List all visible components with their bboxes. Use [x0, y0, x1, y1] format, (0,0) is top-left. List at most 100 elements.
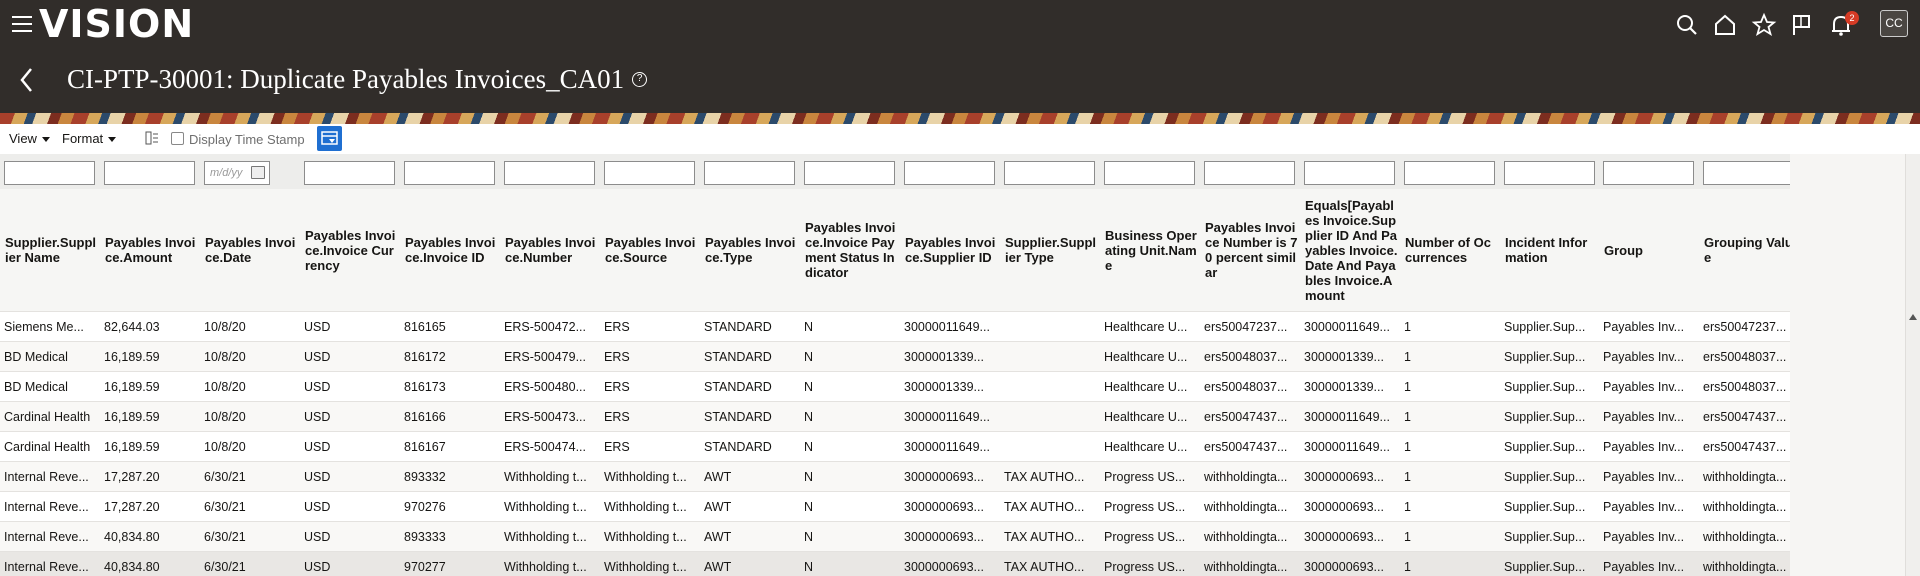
table-cell: USD	[304, 500, 331, 514]
table-row[interactable]: BD Medical 16,189.59 10/8/20 USD 816173 ERS-5…	[0, 371, 1790, 401]
column-header[interactable]: Supplier.Supplier Type	[1000, 189, 1100, 311]
format-menu[interactable]: Format	[62, 131, 117, 146]
table-cell: ers50047237...	[1703, 320, 1787, 334]
filter-input-8[interactable]	[804, 161, 895, 185]
table-cell: USD	[304, 380, 331, 394]
table-row[interactable]: Cardinal Health 16,189.59 10/8/20 USD 816166…	[0, 401, 1790, 431]
column-header[interactable]: Supplier.Supplier Name	[0, 189, 100, 311]
table-cell: Progress US...	[1104, 470, 1186, 484]
scroll-up-icon[interactable]	[1909, 314, 1917, 320]
table-row[interactable]: Internal Reve... 17,287.20 6/30/21 USD 97027…	[0, 491, 1790, 521]
filter-input-3[interactable]	[304, 161, 395, 185]
query-by-example-icon[interactable]	[317, 126, 342, 151]
table-row[interactable]: Cardinal Health 16,189.59 10/8/20 USD 816167…	[0, 431, 1790, 461]
menu-icon[interactable]	[12, 16, 32, 32]
table-cell: Withholding t...	[504, 530, 587, 544]
app-logo[interactable]: VISION	[39, 2, 194, 46]
column-header-label: Payables Invoice.Number	[505, 235, 596, 265]
filter-input-14[interactable]	[1404, 161, 1495, 185]
table-cell: ERS	[604, 410, 630, 424]
view-menu[interactable]: View	[9, 131, 50, 146]
filter-input-7[interactable]	[704, 161, 795, 185]
table-cell: Internal Reve...	[4, 530, 89, 544]
table-row[interactable]: Internal Reve... 17,287.20 6/30/21 USD 89333…	[0, 461, 1790, 491]
freeze-icon[interactable]	[145, 131, 159, 145]
filter-input-0[interactable]	[4, 161, 95, 185]
table-cell: 816173	[404, 380, 446, 394]
column-header-label: Incident Information	[1505, 235, 1588, 265]
table-cell: BD Medical	[4, 350, 68, 364]
calendar-icon[interactable]	[251, 166, 265, 179]
column-header[interactable]: Grouping Value	[1699, 189, 1790, 311]
display-timestamp-checkbox[interactable]	[171, 132, 184, 145]
table-row[interactable]: Internal Reve... 40,834.80 6/30/21 USD 97027…	[0, 551, 1790, 576]
table-cell: ers50048037...	[1204, 350, 1288, 364]
help-icon[interactable]: ?	[632, 72, 648, 88]
column-header[interactable]: Payables Invoice.Number	[500, 189, 600, 311]
column-header[interactable]: Payables Invoice Number is 70 percent si…	[1200, 189, 1300, 311]
table-cell: 3000001339...	[904, 380, 984, 394]
table-cell: STANDARD	[704, 440, 772, 454]
column-header[interactable]: Number of Occurrences	[1400, 189, 1500, 311]
notification-badge: 2	[1845, 11, 1859, 25]
table-cell: AWT	[704, 530, 732, 544]
table-cell: Supplier.Sup...	[1504, 530, 1586, 544]
flag-icon[interactable]	[1789, 12, 1815, 38]
column-header[interactable]: Payables Invoice.Source	[600, 189, 700, 311]
column-header[interactable]: Payables Invoice.Supplier ID	[900, 189, 1000, 311]
table-cell: withholdingta...	[1204, 500, 1288, 514]
filter-input-4[interactable]	[404, 161, 495, 185]
table-cell: TAX AUTHO...	[1004, 530, 1085, 544]
filter-input-6[interactable]	[604, 161, 695, 185]
filter-input-13[interactable]	[1304, 161, 1395, 185]
table-row[interactable]: Siemens Me... 82,644.03 10/8/20 USD 816165 ER…	[0, 311, 1790, 341]
table-cell: USD	[304, 530, 331, 544]
table-cell: 1	[1404, 560, 1411, 574]
column-header[interactable]: Payables Invoice.Type	[700, 189, 800, 311]
star-icon[interactable]	[1751, 12, 1777, 38]
filter-input-11[interactable]	[1104, 161, 1195, 185]
filter-input-5[interactable]	[504, 161, 595, 185]
table-row[interactable]: BD Medical 16,189.59 10/8/20 USD 816172 ERS-5…	[0, 341, 1790, 371]
column-header[interactable]: Business Operating Unit.Name	[1100, 189, 1200, 311]
column-header-label: Payables Invoice.Invoice Payment Status …	[805, 220, 896, 280]
table-cell	[1000, 402, 1100, 432]
table-row[interactable]: Internal Reve... 40,834.80 6/30/21 USD 89333…	[0, 521, 1790, 551]
filter-input-16[interactable]	[1603, 161, 1694, 185]
filter-input-17[interactable]	[1703, 161, 1790, 185]
avatar[interactable]: CC	[1880, 10, 1908, 37]
column-header[interactable]: Payables Invoice.Invoice Payment Status …	[800, 189, 900, 311]
home-icon[interactable]	[1712, 12, 1738, 38]
search-icon[interactable]	[1674, 12, 1700, 38]
table-cell: 10/8/20	[204, 350, 246, 364]
column-header-label: Business Operating Unit.Name	[1105, 227, 1197, 273]
column-header[interactable]: Equals[Payables Invoice.Supplier ID And …	[1300, 189, 1400, 311]
table-cell: ERS-500480...	[504, 380, 586, 394]
table-cell: Supplier.Sup...	[1504, 410, 1586, 424]
vertical-scrollbar[interactable]	[1905, 154, 1920, 576]
table-cell: 10/8/20	[204, 410, 246, 424]
column-header[interactable]: Payables Invoice.Invoice ID	[400, 189, 500, 311]
column-header[interactable]: Incident Information	[1500, 189, 1600, 311]
table-cell: Healthcare U...	[1104, 350, 1188, 364]
filter-input-15[interactable]	[1504, 161, 1595, 185]
table-cell: 816172	[404, 350, 446, 364]
filter-input-2[interactable]: m/d/yy	[204, 161, 270, 185]
table-cell: ERS	[604, 380, 630, 394]
column-header[interactable]: Payables Invoice.Invoice Currency	[300, 189, 400, 311]
filter-input-9[interactable]	[904, 161, 995, 185]
filter-input-12[interactable]	[1204, 161, 1295, 185]
table-cell: Supplier.Sup...	[1504, 440, 1586, 454]
column-header[interactable]: Payables Invoice.Amount	[100, 189, 200, 311]
table-cell: USD	[304, 410, 331, 424]
column-header[interactable]: Payables Invoice.Date	[200, 189, 300, 311]
table-cell: N	[804, 560, 814, 574]
table-cell: 16,189.59	[104, 380, 160, 394]
column-header[interactable]: Group	[1599, 189, 1699, 311]
table-cell: 16,189.59	[104, 440, 160, 454]
filter-input-1[interactable]	[104, 161, 195, 185]
bell-icon[interactable]: 2	[1828, 11, 1859, 38]
filter-input-10[interactable]	[1004, 161, 1095, 185]
back-icon[interactable]	[17, 66, 37, 94]
table-cell: N	[804, 440, 814, 454]
